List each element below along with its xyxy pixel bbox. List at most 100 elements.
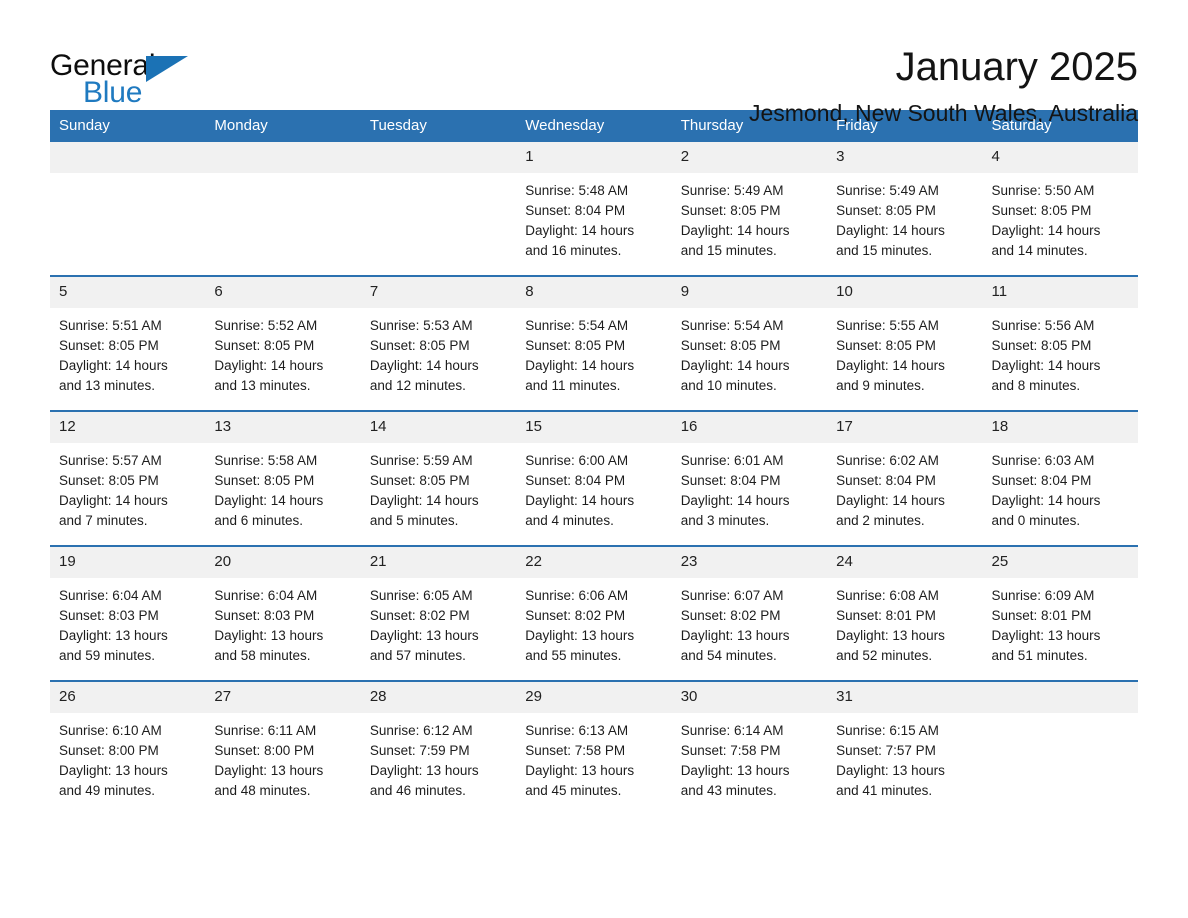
sunrise-time: Sunrise: 5:52 AM	[214, 318, 318, 333]
daylight-duration-line2: and 15 minutes.	[836, 243, 933, 258]
calendar-day-cell-5[interactable]: 5 Sunrise: 5:51 AM Sunset: 8:05 PM Daylight…	[50, 275, 206, 411]
calendar-day-cell-6[interactable]: 6 Sunrise: 5:52 AM Sunset: 8:05 PM Daylight…	[205, 275, 361, 411]
daylight-duration-line2: and 0 minutes.	[991, 513, 1081, 528]
calendar-day-cell-30[interactable]: 30 Sunrise: 6:14 AM Sunset: 7:58 PM Dayligh…	[671, 680, 828, 815]
day-number: 14	[360, 412, 517, 443]
calendar-day-cell-17[interactable]: 17 Sunrise: 6:02 AM Sunset: 8:04 PM Dayligh…	[827, 410, 983, 546]
calendar-day-cell-29[interactable]: 29 Sunrise: 6:13 AM Sunset: 7:58 PM Dayligh…	[516, 680, 672, 815]
sunrise-time: Sunrise: 6:08 AM	[836, 588, 939, 603]
day-number: 6	[205, 277, 361, 308]
sunset-time: Sunset: 8:04 PM	[836, 473, 936, 488]
day-details: Sunrise: 6:04 AM Sunset: 8:03 PM Daylight:…	[205, 578, 360, 666]
day-details: Sunrise: 5:57 AM Sunset: 8:05 PM Daylight:…	[50, 443, 205, 531]
day-details: Sunrise: 5:58 AM Sunset: 8:05 PM Daylight:…	[205, 443, 360, 531]
sunrise-time: Sunrise: 6:05 AM	[369, 588, 473, 603]
calendar-day-cell-26[interactable]: 26 Sunrise: 6:10 AM Sunset: 8:00 PM Dayligh…	[50, 680, 206, 815]
sunset-time: Sunset: 8:05 PM	[369, 473, 470, 488]
daylight-duration-line2: and 45 minutes.	[525, 783, 622, 798]
daylight-duration-line2: and 51 minutes.	[991, 648, 1088, 663]
page-header: General Blue January 2025 Jesmond, New S…	[50, 0, 1138, 126]
sunrise-time: Sunrise: 5:55 AM	[836, 318, 939, 333]
sunset-time: Sunset: 7:58 PM	[525, 743, 626, 758]
sunrise-time: Sunrise: 6:03 AM	[991, 453, 1095, 468]
calendar-day-cell-20[interactable]: 20 Sunrise: 6:04 AM Sunset: 8:03 PM Dayligh…	[205, 545, 361, 681]
calendar-day-cell-22[interactable]: 22 Sunrise: 6:06 AM Sunset: 8:02 PM Dayligh…	[516, 545, 672, 681]
daylight-duration-line1: Daylight: 14 hours	[525, 223, 635, 238]
day-number: 3	[827, 142, 983, 173]
calendar-day-cell-19[interactable]: 19 Sunrise: 6:04 AM Sunset: 8:03 PM Dayligh…	[50, 545, 206, 681]
daylight-duration-line2: and 12 minutes.	[369, 378, 466, 393]
daylight-duration-line1: Daylight: 14 hours	[525, 358, 635, 373]
day-number: 23	[671, 547, 828, 578]
daylight-duration-line1: Daylight: 14 hours	[59, 493, 168, 508]
sunrise-time: Sunrise: 6:04 AM	[59, 588, 162, 603]
calendar-day-cell-15[interactable]: 15 Sunrise: 6:00 AM Sunset: 8:04 PM Dayligh…	[516, 410, 672, 546]
calendar-day-cell-13[interactable]: 13 Sunrise: 5:58 AM Sunset: 8:05 PM Dayligh…	[205, 410, 361, 546]
day-number: 9	[671, 277, 828, 308]
calendar-day-cell-27[interactable]: 27 Sunrise: 6:11 AM Sunset: 8:00 PM Dayligh…	[205, 680, 361, 815]
day-details: Sunrise: 5:56 AM Sunset: 8:05 PM Daylight:…	[983, 308, 1138, 396]
day-number: 17	[827, 412, 983, 443]
day-details: Sunrise: 6:02 AM Sunset: 8:04 PM Daylight:…	[827, 443, 982, 531]
day-number: 26	[50, 682, 206, 713]
day-number: 15	[516, 412, 672, 443]
daylight-duration-line1: Daylight: 13 hours	[680, 763, 790, 778]
calendar-day-cell-2[interactable]: 2 Sunrise: 5:49 AM Sunset: 8:05 PM Daylight…	[671, 142, 828, 276]
calendar-day-cell-18[interactable]: 18 Sunrise: 6:03 AM Sunset: 8:04 PM Dayligh…	[982, 410, 1138, 546]
calendar-day-cell-25[interactable]: 25 Sunrise: 6:09 AM Sunset: 8:01 PM Dayligh…	[982, 545, 1138, 681]
daylight-duration-line2: and 13 minutes.	[59, 378, 156, 393]
calendar-day-cell-1[interactable]: 1 Sunrise: 5:48 AM Sunset: 8:04 PM Daylight…	[516, 142, 672, 276]
daylight-duration-line1: Daylight: 13 hours	[369, 763, 479, 778]
sunrise-time: Sunrise: 6:04 AM	[214, 588, 318, 603]
day-details: Sunrise: 6:12 AM Sunset: 7:59 PM Daylight:…	[361, 713, 516, 801]
sunrise-time: Sunrise: 5:49 AM	[836, 183, 939, 198]
daylight-duration-line2: and 3 minutes.	[680, 513, 770, 528]
calendar-day-cell-7[interactable]: 7 Sunrise: 5:53 AM Sunset: 8:05 PM Daylight…	[360, 275, 517, 411]
day-number: 1	[516, 142, 672, 173]
daylight-duration-line2: and 11 minutes.	[525, 378, 621, 393]
sunrise-time: Sunrise: 6:13 AM	[525, 723, 629, 738]
calendar-day-cell-16[interactable]: 16 Sunrise: 6:01 AM Sunset: 8:04 PM Dayligh…	[671, 410, 828, 546]
sunset-time: Sunset: 8:05 PM	[214, 473, 315, 488]
daylight-duration-line2: and 57 minutes.	[369, 648, 466, 663]
calendar-day-cell-8[interactable]: 8 Sunrise: 5:54 AM Sunset: 8:05 PM Daylight…	[516, 275, 672, 411]
daylight-duration-line1: Daylight: 14 hours	[680, 493, 790, 508]
calendar-day-cell-10[interactable]: 10 Sunrise: 5:55 AM Sunset: 8:05 PM Dayligh…	[827, 275, 983, 411]
title-block: January 2025 Jesmond, New South Wales, A…	[200, 44, 1138, 128]
sunset-time: Sunset: 8:04 PM	[991, 473, 1092, 488]
day-number: 31	[827, 682, 983, 713]
sunrise-time: Sunrise: 5:54 AM	[680, 318, 784, 333]
daylight-duration-line1: Daylight: 14 hours	[59, 358, 168, 373]
calendar-day-cell-3[interactable]: 3 Sunrise: 5:49 AM Sunset: 8:05 PM Daylight…	[827, 142, 983, 276]
sunrise-time: Sunrise: 5:56 AM	[991, 318, 1095, 333]
day-details: Sunrise: 5:52 AM Sunset: 8:05 PM Daylight:…	[205, 308, 360, 396]
daylight-duration-line1: Daylight: 13 hours	[680, 628, 790, 643]
daylight-duration-line2: and 54 minutes.	[680, 648, 777, 663]
calendar-page: General Blue January 2025 Jesmond, New S…	[0, 0, 1188, 918]
sunset-time: Sunset: 8:05 PM	[680, 338, 781, 353]
sunset-time: Sunset: 8:05 PM	[991, 338, 1092, 353]
day-details: Sunrise: 5:48 AM Sunset: 8:04 PM Daylight:…	[516, 173, 671, 261]
calendar-day-cell-21[interactable]: 21 Sunrise: 6:05 AM Sunset: 8:02 PM Dayligh…	[360, 545, 517, 681]
brand-name-blue: Blue	[83, 76, 143, 109]
calendar-day-cell-14[interactable]: 14 Sunrise: 5:59 AM Sunset: 8:05 PM Dayligh…	[360, 410, 517, 546]
calendar-day-cell-11[interactable]: 11 Sunrise: 5:56 AM Sunset: 8:05 PM Dayligh…	[982, 275, 1138, 411]
calendar-day-cell-28[interactable]: 28 Sunrise: 6:12 AM Sunset: 7:59 PM Dayligh…	[360, 680, 517, 815]
calendar-day-cell-4[interactable]: 4 Sunrise: 5:50 AM Sunset: 8:05 PM Daylight…	[982, 142, 1138, 276]
sunset-time: Sunset: 8:02 PM	[680, 608, 781, 623]
calendar-day-cell-31[interactable]: 31 Sunrise: 6:15 AM Sunset: 7:57 PM Dayligh…	[827, 680, 983, 815]
day-details: Sunrise: 5:53 AM Sunset: 8:05 PM Daylight:…	[361, 308, 516, 396]
calendar-week-row: 5 Sunrise: 5:51 AM Sunset: 8:05 PM Daylight…	[50, 275, 1138, 411]
calendar-day-cell-24[interactable]: 24 Sunrise: 6:08 AM Sunset: 8:01 PM Dayligh…	[827, 545, 983, 681]
daylight-duration-line1: Daylight: 13 hours	[369, 628, 479, 643]
calendar-day-cell-9[interactable]: 9 Sunrise: 5:54 AM Sunset: 8:05 PM Daylight…	[671, 275, 828, 411]
calendar-day-cell-12[interactable]: 12 Sunrise: 5:57 AM Sunset: 8:05 PM Dayligh…	[50, 410, 206, 546]
sunrise-time: Sunrise: 5:53 AM	[369, 318, 473, 333]
day-number: 10	[827, 277, 983, 308]
daylight-duration-line1: Daylight: 13 hours	[836, 628, 945, 643]
sunrise-time: Sunrise: 5:50 AM	[991, 183, 1095, 198]
calendar-day-cell-23[interactable]: 23 Sunrise: 6:07 AM Sunset: 8:02 PM Dayligh…	[671, 545, 828, 681]
day-number: 19	[50, 547, 206, 578]
sunrise-time: Sunrise: 6:06 AM	[525, 588, 629, 603]
sunrise-time: Sunrise: 6:11 AM	[214, 723, 317, 738]
